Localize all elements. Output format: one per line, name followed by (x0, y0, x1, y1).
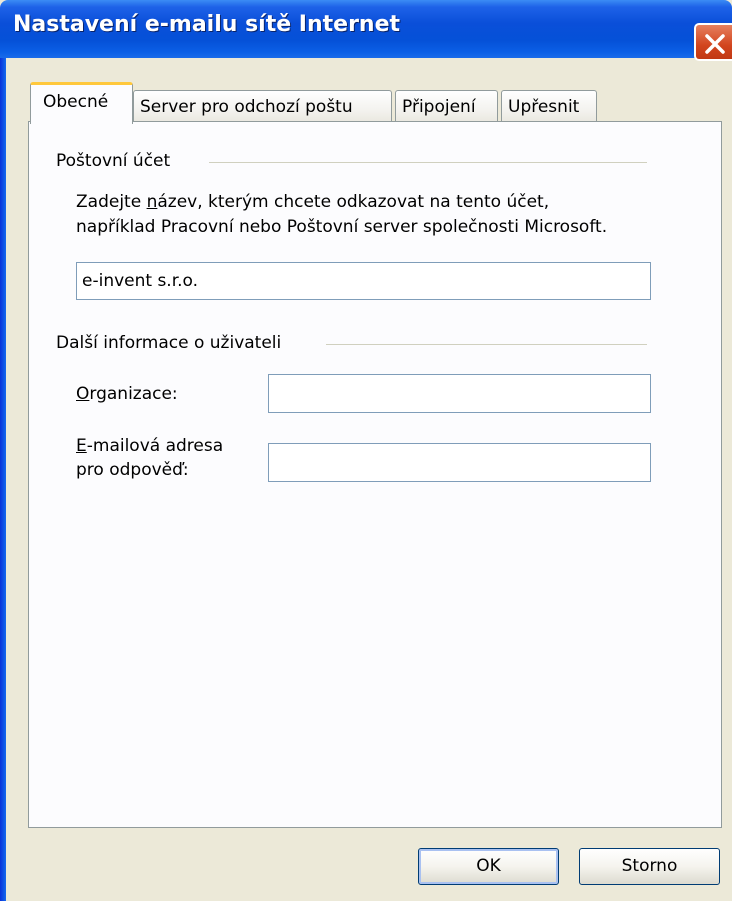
user-info-group-divider (326, 344, 647, 345)
reply-email-label-line2: pro odpověď: (76, 460, 189, 480)
tab-general-label: Obecné (43, 92, 109, 112)
tab-advanced-label: Upřesnit (508, 97, 580, 117)
window-frame-left (0, 58, 6, 901)
dialog-window: Nastavení e-mailu sítě Internet Obecné S… (0, 0, 732, 901)
user-info-group-title: Další informace o uživateli (56, 333, 282, 353)
account-group-title: Poštovní účet (56, 151, 171, 171)
tab-outgoing-server-label: Server pro odchozí poštu (140, 97, 353, 117)
window-title: Nastavení e-mailu sítě Internet (13, 12, 401, 37)
account-group-divider (209, 162, 647, 163)
reply-email-label-line1: E-mailová adresa (76, 436, 224, 456)
account-name-input[interactable]: e-invent s.r.o. (76, 262, 651, 300)
reply-email-input[interactable] (268, 443, 651, 482)
ok-button[interactable]: OK (418, 848, 559, 885)
account-description-line1: Zadejte název, kterým chcete odkazovat n… (76, 192, 550, 212)
tab-advanced[interactable]: Upřesnit (501, 90, 597, 124)
title-bar[interactable]: Nastavení e-mailu sítě Internet (0, 0, 732, 58)
tab-general[interactable]: Obecné (30, 82, 133, 124)
close-icon (705, 34, 725, 54)
tab-panel: Poštovní účet Zadejte název, kterým chce… (28, 121, 722, 828)
tab-connection[interactable]: Připojení (395, 90, 498, 124)
close-button[interactable] (694, 23, 732, 61)
organization-label: Organizace: (76, 384, 178, 404)
tab-outgoing-server[interactable]: Server pro odchozí poštu (133, 90, 392, 124)
account-description-line2: například Pracovní nebo Poštovní server … (76, 217, 608, 237)
cancel-button[interactable]: Storno (579, 848, 720, 885)
tab-connection-label: Připojení (402, 97, 476, 117)
organization-input[interactable] (268, 374, 651, 413)
